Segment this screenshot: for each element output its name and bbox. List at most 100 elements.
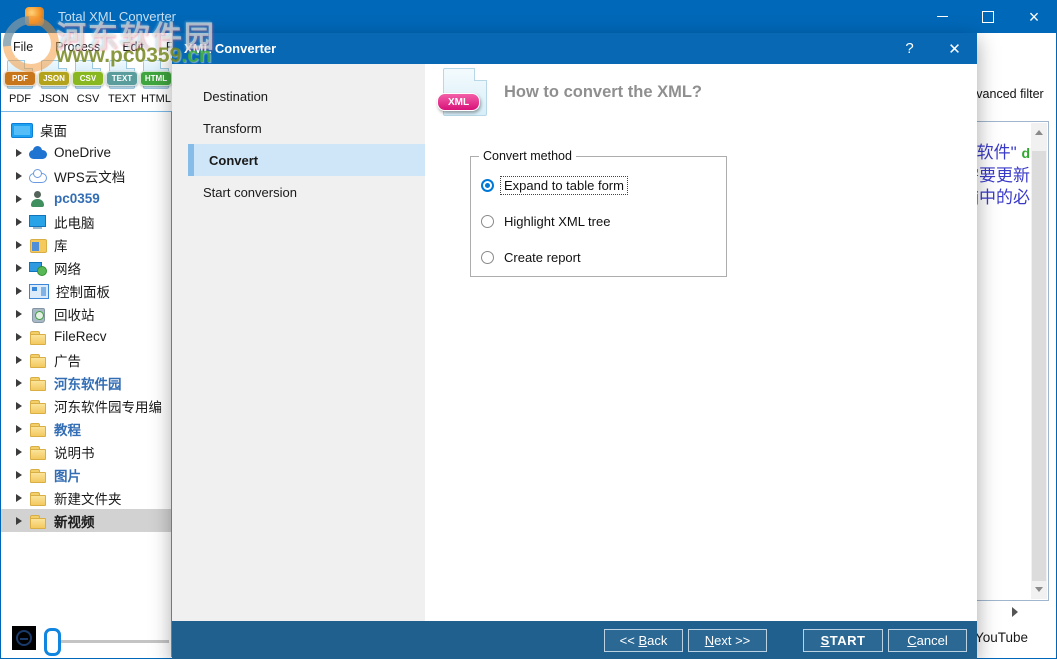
toolbar-item-csv[interactable]: CSV CSV xyxy=(71,60,105,112)
file-type-icon: CSV xyxy=(75,60,101,89)
expand-arrow-icon[interactable] xyxy=(16,471,22,479)
tree-item-图片[interactable]: 图片 xyxy=(1,463,171,486)
minimize-icon xyxy=(937,16,948,17)
file-type-icon: JSON xyxy=(41,60,67,89)
step-transform[interactable]: Transform xyxy=(172,112,425,144)
expand-arrow-icon[interactable] xyxy=(16,425,22,433)
expand-arrow-icon[interactable] xyxy=(16,333,22,341)
xml-badge: XML xyxy=(437,93,480,111)
radio-icon[interactable] xyxy=(481,179,494,192)
scroll-down-icon[interactable] xyxy=(1035,587,1043,592)
step-convert[interactable]: Convert xyxy=(188,144,425,176)
folder-icon xyxy=(29,421,47,437)
expand-arrow-icon[interactable] xyxy=(16,172,22,180)
expand-arrow-icon[interactable] xyxy=(16,494,22,502)
tree-item-pc0359[interactable]: pc0359 xyxy=(1,187,171,210)
back-button[interactable]: << Back xyxy=(604,629,683,652)
file-tree-panel: 桌面 OneDrive WPS云文档 pc0359 此电脑 库 网络 控制面板 … xyxy=(1,111,172,620)
folder-icon xyxy=(29,467,47,483)
toolbar-item-text[interactable]: TEXT TEXT xyxy=(105,60,139,112)
window-title: Total XML Converter xyxy=(58,9,176,24)
cancel-button[interactable]: Cancel xyxy=(888,629,967,652)
tree-item-说明书[interactable]: 说明书 xyxy=(1,440,171,463)
tree-item-filerecv[interactable]: FileRecv xyxy=(1,325,171,348)
minimize-button[interactable] xyxy=(919,0,965,33)
expand-arrow-icon[interactable] xyxy=(16,517,22,525)
expand-arrow-icon[interactable] xyxy=(16,310,22,318)
expand-arrow-icon[interactable] xyxy=(16,287,22,295)
maximize-button[interactable] xyxy=(965,0,1011,33)
folder-icon xyxy=(29,329,47,345)
radio-option-highlight-xml-tree[interactable]: Highlight XML tree xyxy=(471,203,726,239)
xml-file-icon: XML xyxy=(443,68,487,116)
close-button[interactable]: × xyxy=(1011,0,1057,33)
radio-icon[interactable] xyxy=(481,215,494,228)
desktop-icon xyxy=(11,123,33,138)
dialog-help-button[interactable]: ? xyxy=(887,33,932,64)
expand-arrow-icon[interactable] xyxy=(16,241,22,249)
expand-arrow-icon[interactable] xyxy=(16,218,22,226)
tree-item-此电脑[interactable]: 此电脑 xyxy=(1,210,171,233)
next-button[interactable]: Next >> xyxy=(688,629,767,652)
toolbar-item-html[interactable]: HTML HTML xyxy=(139,60,173,112)
convert-method-group: Convert method Expand to table form High… xyxy=(470,156,727,277)
step-destination[interactable]: Destination xyxy=(172,80,425,112)
scroll-right-icon[interactable] xyxy=(1012,607,1018,617)
expand-arrow-icon[interactable] xyxy=(16,379,22,387)
menu-item-process[interactable]: Process xyxy=(44,37,111,58)
scroll-up-icon[interactable] xyxy=(1035,130,1043,135)
radio-option-create-report[interactable]: Create report xyxy=(471,239,726,275)
dialog-close-button[interactable]: ✕ xyxy=(932,33,977,64)
main-window: Total XML Converter × FileProcessEditFav… xyxy=(0,0,1057,659)
tree-item-河东软件园专用编[interactable]: 河东软件园专用编 xyxy=(1,394,171,417)
tree-item-新建文件夹[interactable]: 新建文件夹 xyxy=(1,486,171,509)
tree-item-河东软件园[interactable]: 河东软件园 xyxy=(1,371,171,394)
dialog-controls: ? ✕ xyxy=(887,33,977,64)
expand-arrow-icon[interactable] xyxy=(16,264,22,272)
dialog-titlebar[interactable]: XML Converter ? ✕ xyxy=(172,33,977,64)
expand-arrow-icon[interactable] xyxy=(16,448,22,456)
tree-item-onedrive[interactable]: OneDrive xyxy=(1,141,171,164)
radio-option-expand-to-table-form[interactable]: Expand to table form xyxy=(471,167,726,203)
tree-item-控制面板[interactable]: 控制面板 xyxy=(1,279,171,302)
slider-handle[interactable] xyxy=(44,628,61,656)
scrollbar-thumb[interactable] xyxy=(1032,151,1046,581)
vertical-scrollbar[interactable] xyxy=(1031,123,1047,599)
expand-arrow-icon[interactable] xyxy=(16,356,22,364)
tree-item-广告[interactable]: 广告 xyxy=(1,348,171,371)
zoom-out-icon[interactable] xyxy=(12,626,36,650)
user-icon xyxy=(29,191,47,207)
tree-item-教程[interactable]: 教程 xyxy=(1,417,171,440)
computer-icon xyxy=(29,214,47,230)
radio-icon[interactable] xyxy=(481,251,494,264)
folder-icon xyxy=(29,444,47,460)
close-icon: × xyxy=(1029,8,1040,26)
tree-item-网络[interactable]: 网络 xyxy=(1,256,171,279)
tree-item-wps云文档[interactable]: WPS云文档 xyxy=(1,164,171,187)
menu-item-edit[interactable]: Edit xyxy=(111,37,155,58)
wizard-steps: Destination Transform Convert Start conv… xyxy=(172,64,425,621)
step-start-conversion[interactable]: Start conversion xyxy=(172,176,425,208)
expand-arrow-icon[interactable] xyxy=(16,195,22,203)
tree-item-桌面[interactable]: 桌面 xyxy=(1,118,171,141)
zoom-slider-row xyxy=(1,620,172,657)
tree-item-回收站[interactable]: 回收站 xyxy=(1,302,171,325)
expand-arrow-icon[interactable] xyxy=(16,149,22,157)
window-controls: × xyxy=(919,0,1057,33)
tree-item-新视频[interactable]: 新视频 xyxy=(1,509,171,532)
youtube-label[interactable]: YouTube xyxy=(975,630,1028,645)
control-panel-icon xyxy=(29,284,49,299)
menu-item-favorites[interactable]: Favorites xyxy=(155,37,172,58)
folder-icon xyxy=(29,375,47,391)
menu-item-file[interactable]: File xyxy=(2,37,44,58)
thumbnail-size-slider[interactable] xyxy=(49,640,169,643)
start-button[interactable]: START xyxy=(803,629,883,652)
folder-icon xyxy=(29,398,47,414)
folder-icon xyxy=(29,490,47,506)
tree-item-库[interactable]: 库 xyxy=(1,233,171,256)
maximize-icon xyxy=(982,11,994,23)
folder-icon xyxy=(29,352,47,368)
expand-arrow-icon[interactable] xyxy=(16,402,22,410)
toolbar-item-json[interactable]: JSON JSON xyxy=(37,60,71,112)
toolbar-item-pdf[interactable]: PDF PDF xyxy=(3,60,37,112)
